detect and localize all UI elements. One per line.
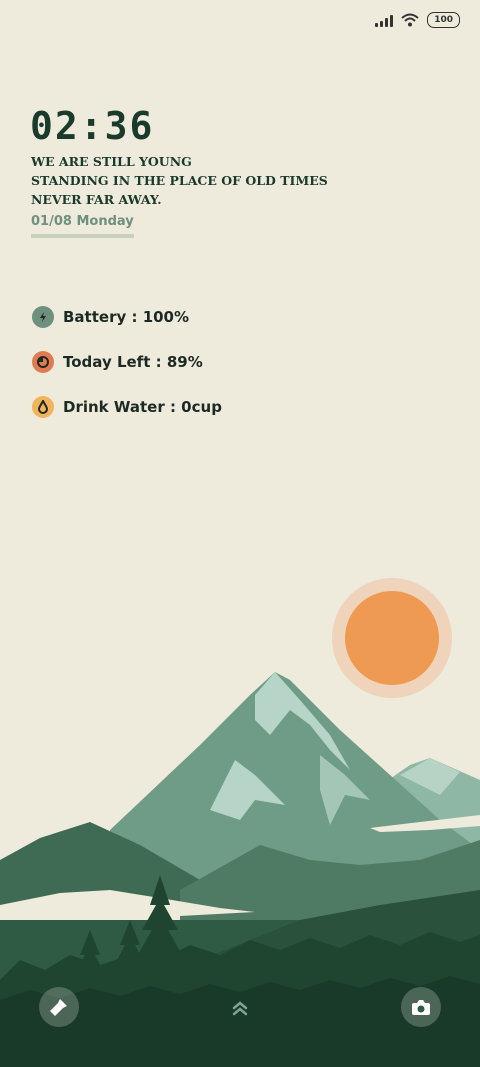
widget-battery: Battery : 100% xyxy=(32,305,222,329)
signal-icon xyxy=(375,13,394,27)
battery-indicator: 100 xyxy=(427,12,460,28)
quote-text: WE ARE STILL YOUNG STANDING IN THE PLACE… xyxy=(31,152,328,209)
widget-today-left: Today Left : 89% xyxy=(32,350,222,374)
quote-line: STANDING IN THE PLACE OF OLD TIMES xyxy=(31,173,328,188)
flashlight-button[interactable] xyxy=(39,987,79,1027)
status-bar: 100 xyxy=(375,12,460,28)
water-drop-icon xyxy=(32,396,54,418)
swipe-up-icon[interactable] xyxy=(228,996,252,1020)
date-label: 01/08 Monday xyxy=(31,214,134,238)
day-progress-icon xyxy=(32,351,54,373)
widget-drink-water-label: Drink Water : 0cup xyxy=(63,398,222,416)
info-widgets: Battery : 100% Today Left : 89% Drink Wa… xyxy=(32,305,222,440)
quote-line: WE ARE STILL YOUNG xyxy=(31,154,192,169)
camera-icon xyxy=(412,1000,430,1015)
wifi-icon xyxy=(401,13,419,27)
clock-time: 02:36 xyxy=(30,104,155,148)
widget-today-left-label: Today Left : 89% xyxy=(63,353,203,371)
battery-leaf-icon xyxy=(32,306,54,328)
camera-button[interactable] xyxy=(401,987,441,1027)
flashlight-icon xyxy=(50,999,67,1016)
widget-battery-label: Battery : 100% xyxy=(63,308,190,326)
sun xyxy=(345,591,439,685)
quote-line: NEVER FAR AWAY. xyxy=(31,192,162,207)
widget-drink-water: Drink Water : 0cup xyxy=(32,395,222,419)
